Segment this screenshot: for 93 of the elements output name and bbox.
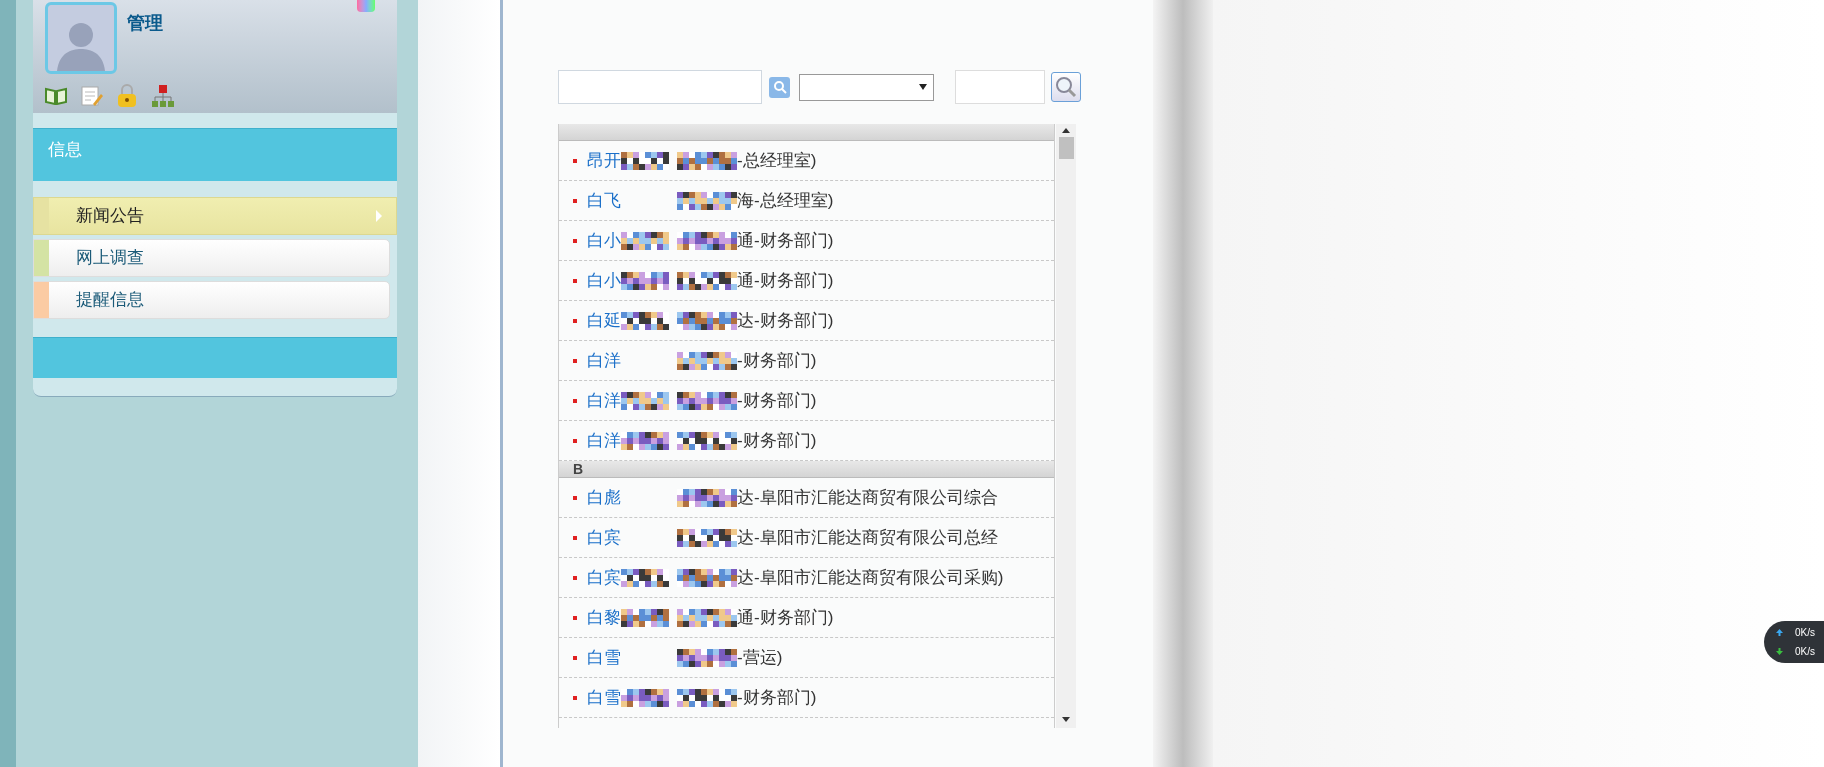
contact-department: 通-财务部门) [737, 269, 834, 292]
scrollbar-thumb[interactable] [1058, 137, 1074, 159]
scroll-down-arrow-icon[interactable] [1062, 717, 1070, 722]
pixelated-redaction [621, 568, 669, 587]
contact-department: 达-阜阳市汇能达商贸有限公司总经 [737, 526, 998, 549]
pixelated-redaction [677, 648, 737, 667]
pixelated-redaction [677, 271, 737, 290]
bullet-icon [573, 575, 577, 580]
menu-item[interactable]: 提醒信息 [33, 281, 390, 319]
user-name: 管理 [127, 12, 163, 35]
pixelated-redaction [677, 151, 737, 170]
contact-department: -营运) [737, 646, 783, 669]
contact-department: 海-总经理室) [737, 189, 834, 212]
search-field[interactable] [955, 70, 1045, 104]
pixelated-redaction [677, 191, 737, 210]
bullet-icon [573, 238, 577, 243]
pixelated-redaction [677, 568, 737, 587]
avatar-silhouette-icon [45, 2, 117, 74]
bullet-icon [573, 615, 577, 620]
scrollbar[interactable] [1056, 124, 1076, 728]
contact-name-link[interactable]: 白小 [587, 267, 621, 294]
contact-department: 通-财务部门) [737, 606, 834, 629]
group-letter: B [573, 459, 584, 479]
pixelated-redaction [677, 351, 737, 370]
pixelated-redaction [677, 488, 737, 507]
contact-department: 通-财务部门) [737, 229, 834, 252]
search-button[interactable] [1051, 72, 1081, 102]
bullet-icon [573, 158, 577, 163]
contact-name-link[interactable]: 白宾 [587, 524, 621, 551]
pixelated-redaction [677, 311, 737, 330]
pixelated-redaction [677, 688, 737, 707]
bullet-icon [573, 535, 577, 540]
contact-name-link[interactable]: 昂开 [587, 147, 621, 174]
bullet-icon [573, 358, 577, 363]
pixelated-redaction [621, 608, 669, 627]
pixelated-redaction [677, 231, 737, 250]
contact-department: -财务部门) [737, 429, 817, 452]
bullet-icon [573, 278, 577, 283]
scroll-up-arrow-icon[interactable] [1062, 128, 1070, 133]
contact-name-link[interactable]: 白延 [587, 307, 621, 334]
chevron-right-icon [376, 210, 382, 222]
pixelated-redaction [621, 688, 669, 707]
download-speed: 0K/s [1795, 645, 1815, 659]
contact-name-link[interactable]: 白小 [587, 227, 621, 254]
bullet-icon [573, 655, 577, 660]
contact-name-link[interactable]: 白彪 [587, 484, 621, 511]
pixelated-redaction [621, 151, 669, 170]
bullet-icon [573, 398, 577, 403]
pixelated-redaction [621, 231, 669, 250]
section-title: 信息 [48, 140, 82, 159]
org-chart-icon[interactable] [151, 84, 175, 108]
pixelated-redaction [677, 391, 737, 410]
dropdown-arrow-icon [919, 84, 927, 90]
contact-name-link[interactable]: 白黎 [587, 604, 621, 631]
contact-name-link[interactable]: 白飞 [587, 187, 621, 214]
contact-name-link[interactable]: 白洋 [587, 427, 621, 454]
contact-department: -财务部门) [737, 389, 817, 412]
contact-name-link[interactable]: 白洋 [587, 387, 621, 414]
bullet-icon [573, 495, 577, 500]
bullet-icon [573, 198, 577, 203]
dropdown-select[interactable] [799, 73, 934, 101]
contact-name-link[interactable]: 白宾 [587, 564, 621, 591]
bullet-icon [573, 318, 577, 323]
contact-name-link[interactable]: 白雪 [587, 644, 621, 671]
contact-department: -财务部门) [737, 349, 817, 372]
pixelated-redaction [621, 271, 669, 290]
upload-speed: 0K/s [1795, 626, 1815, 640]
pixelated-redaction [677, 608, 737, 627]
upload-arrow-icon [1776, 629, 1783, 636]
pixelated-redaction [621, 391, 669, 410]
bullet-icon [573, 438, 577, 443]
menu-item[interactable]: 网上调查 [33, 239, 390, 277]
contact-department: -总经理室) [737, 149, 817, 172]
search-icon[interactable] [769, 76, 790, 98]
contact-name-link[interactable]: 白雪 [587, 684, 621, 711]
contact-department: -财务部门) [737, 686, 817, 709]
pixelated-redaction [621, 431, 669, 450]
menu-item[interactable]: 新闻公告 [33, 197, 397, 235]
pixelated-redaction [677, 431, 737, 450]
download-arrow-icon [1776, 648, 1783, 655]
magnifier-icon [1055, 76, 1077, 98]
contact-name-link[interactable]: 白洋 [587, 347, 621, 374]
book-icon[interactable] [45, 87, 67, 105]
contact-department: 达-阜阳市汇能达商贸有限公司综合 [737, 486, 998, 509]
color-palette-icon[interactable] [357, 0, 375, 12]
edit-note-icon[interactable] [81, 86, 103, 106]
pixelated-redaction [677, 528, 737, 547]
search-field[interactable] [558, 70, 762, 104]
padlock-icon[interactable] [117, 84, 137, 108]
contact-department: 达-财务部门) [737, 309, 834, 332]
bullet-icon [573, 695, 577, 700]
contact-department: 达-阜阳市汇能达商贸有限公司采购) [737, 566, 1004, 589]
pixelated-redaction [621, 311, 669, 330]
